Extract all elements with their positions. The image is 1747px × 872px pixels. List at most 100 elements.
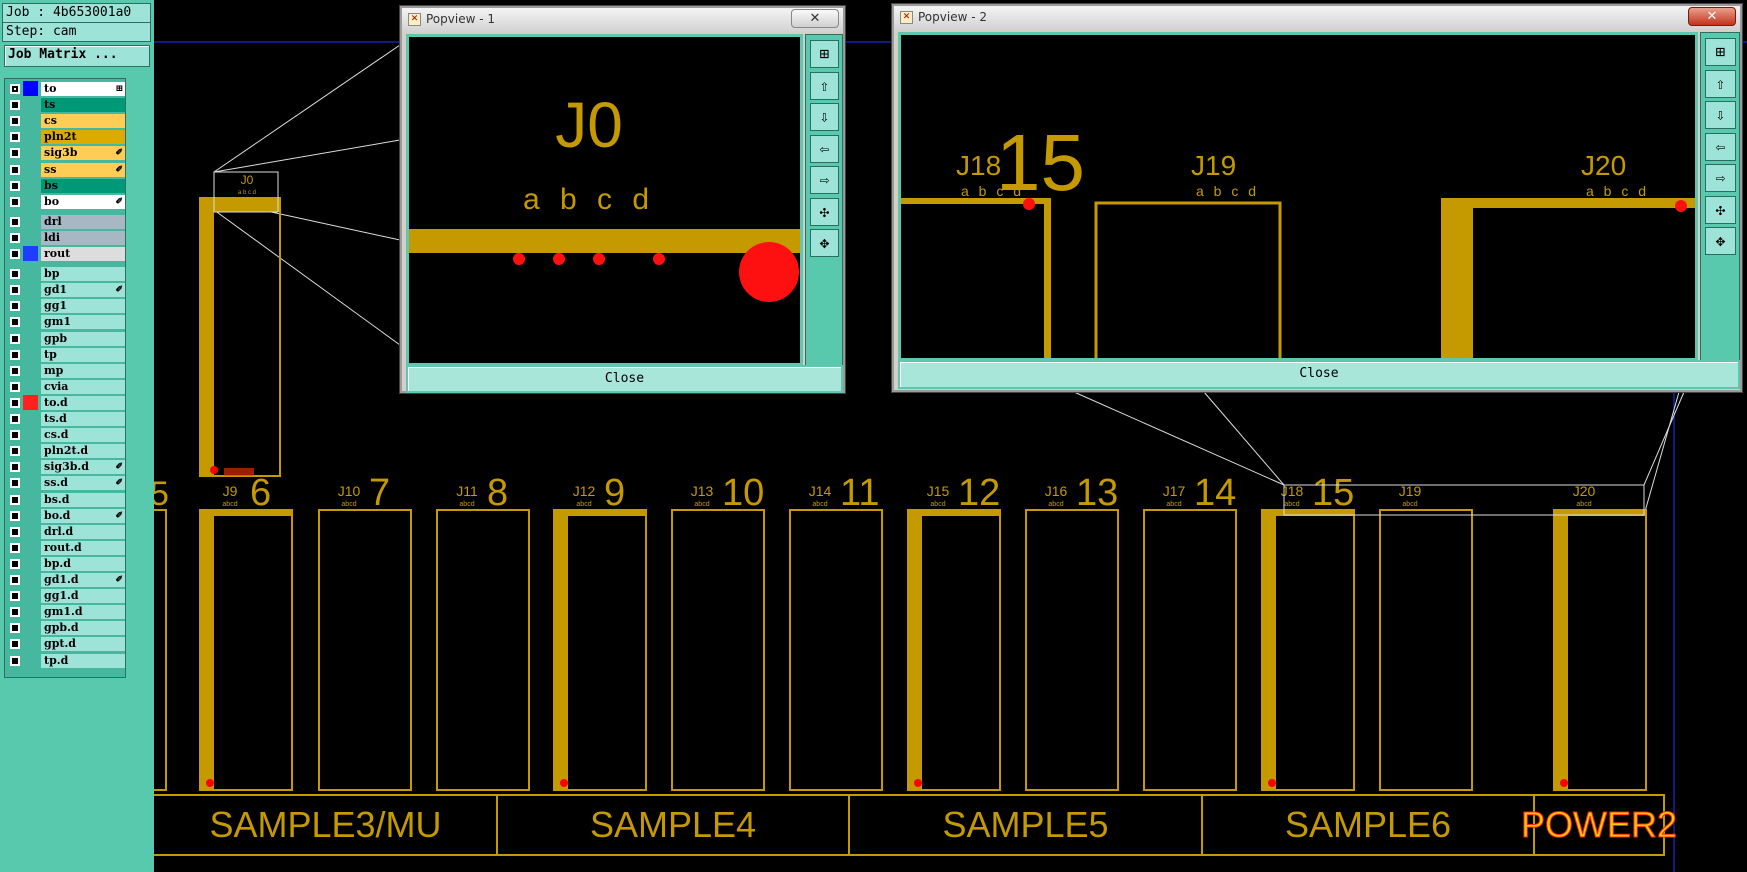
popview-2-close-button[interactable]: Close (898, 360, 1740, 389)
popview-1-titlebar[interactable]: ✕ Popview - 1 ✕ (402, 8, 843, 32)
pan-left-icon[interactable]: ⇦ (1705, 132, 1736, 161)
layer-row-bp[interactable]: bp (7, 266, 125, 282)
layer-checkbox[interactable] (10, 558, 20, 569)
layer-row-ss[interactable]: ss ✐ (7, 162, 125, 177)
layer-checkbox[interactable] (10, 216, 20, 227)
zoom-in-icon[interactable]: ⇧ (810, 71, 839, 100)
layer-row-gm1-d[interactable]: gm1.d (7, 604, 125, 620)
layer-row-gd1-d[interactable]: gd1.d ✐ (7, 572, 125, 587)
layer-row-to[interactable]: to ⊞ (7, 81, 125, 96)
layer-checkbox[interactable] (10, 301, 20, 312)
layer-row-rout-d[interactable]: rout.d (7, 540, 125, 555)
close-icon[interactable]: ✕ (791, 9, 839, 28)
layer-row-gd1[interactable]: gd1 ✐ (7, 282, 125, 298)
layer-checkbox[interactable] (10, 317, 20, 328)
layer-checkbox[interactable] (10, 164, 20, 175)
layer-checkbox[interactable] (10, 116, 20, 127)
layer-checkbox[interactable] (10, 478, 20, 489)
popview-1-close-button[interactable]: Close (406, 365, 843, 393)
pan-right-icon[interactable]: ⇨ (810, 166, 839, 194)
pan-left-icon[interactable]: ⇦ (810, 134, 839, 163)
layer-color-swatch (23, 540, 38, 555)
layer-row-pln2t-d[interactable]: pln2t.d (7, 443, 125, 459)
layer-row-bs[interactable]: bs (7, 178, 125, 193)
layer-row-drl[interactable]: drl (7, 214, 125, 229)
layer-checkbox[interactable] (10, 542, 20, 553)
layer-checkbox[interactable] (10, 269, 20, 280)
layer-row-gpb[interactable]: gpb (7, 331, 125, 346)
layer-checkbox[interactable] (10, 232, 20, 243)
layer-row-tp-d[interactable]: tp.d (7, 653, 125, 668)
popview-2-viewport[interactable]: 15 J18 a b c d J19 a b c d J20 a b c d (898, 32, 1698, 361)
layer-name-text: to.d (44, 395, 68, 409)
layer-checkbox[interactable] (10, 333, 20, 344)
zoom-home-icon[interactable]: ⊞ (810, 40, 839, 68)
layer-row-bo-d[interactable]: bo.d ✐ (7, 508, 125, 523)
layer-row-bs-d[interactable]: bs.d (7, 492, 125, 507)
layer-row-bp-d[interactable]: bp.d (7, 556, 125, 571)
layer-row-ts[interactable]: ts (7, 97, 125, 113)
layer-row-cs-d[interactable]: cs.d (7, 427, 125, 443)
layer-row-cvia[interactable]: cvia (7, 379, 125, 394)
layer-checkbox[interactable] (10, 196, 20, 207)
layer-checkbox[interactable] (10, 180, 20, 191)
fit-icon[interactable]: ✣ (1705, 195, 1736, 224)
layer-row-tp[interactable]: tp (7, 347, 125, 362)
layer-checkbox[interactable] (10, 639, 20, 650)
layer-row-pln2t[interactable]: pln2t (7, 129, 125, 145)
layer-row-rout[interactable]: rout (7, 246, 125, 261)
layer-checkbox[interactable] (10, 100, 20, 111)
layer-checkbox[interactable] (10, 397, 20, 408)
layer-checkbox[interactable] (10, 365, 20, 376)
layer-checkbox[interactable] (10, 430, 20, 441)
layer-name-text: drl.d (44, 524, 74, 538)
layer-checkbox[interactable] (10, 591, 20, 602)
layer-checkbox[interactable] (10, 285, 20, 296)
zoom-out-icon[interactable]: ⇩ (810, 103, 839, 131)
layer-checkbox[interactable] (10, 526, 20, 537)
layer-checkbox[interactable] (10, 381, 20, 392)
layer-checkbox[interactable] (10, 84, 20, 94)
zoom-home-icon[interactable]: ⊞ (1705, 38, 1736, 66)
zoom-out-icon[interactable]: ⇩ (1705, 101, 1736, 129)
layer-checkbox[interactable] (10, 607, 20, 618)
layer-row-gm1[interactable]: gm1 (7, 314, 125, 330)
layer-checkbox[interactable] (10, 148, 20, 159)
layer-row-ss-d[interactable]: ss.d ✐ (7, 475, 125, 491)
layer-checkbox[interactable] (10, 575, 20, 585)
layer-row-bo[interactable]: bo ✐ (7, 194, 125, 209)
layer-row-sig3b[interactable]: sig3b ✐ (7, 145, 125, 161)
layer-checkbox[interactable] (10, 414, 20, 424)
fit-icon[interactable]: ✣ (810, 197, 839, 226)
pan-right-icon[interactable]: ⇨ (1705, 164, 1736, 192)
layer-checkbox[interactable] (10, 446, 20, 457)
layer-row-gpt-d[interactable]: gpt.d (7, 636, 125, 652)
layer-row-ts-d[interactable]: ts.d (7, 411, 125, 426)
layer-row-to-d[interactable]: to.d (7, 394, 125, 410)
center-icon[interactable]: ✥ (810, 229, 839, 257)
layer-name: gpt.d (41, 637, 125, 652)
layer-checkbox[interactable] (10, 249, 20, 259)
layer-row-cs[interactable]: cs (7, 113, 125, 129)
popview-2-titlebar[interactable]: ✕ Popview - 2 ✕ (894, 6, 1740, 30)
layer-row-gg1-d[interactable]: gg1.d (7, 588, 125, 604)
job-matrix-button[interactable]: Job Matrix ... (4, 45, 150, 67)
graphic-canvas[interactable]: J0 a b c d 5 6 J9 abcd 7 J10 abcd 8 J11 abcd 9 J12 abc… (154, 0, 1747, 872)
layer-checkbox[interactable] (10, 655, 20, 666)
layer-row-drl-d[interactable]: drl.d (7, 524, 125, 539)
center-icon[interactable]: ✥ (1705, 227, 1736, 255)
layer-checkbox[interactable] (10, 462, 20, 473)
layer-checkbox[interactable] (10, 132, 20, 143)
layer-row-gg1[interactable]: gg1 (7, 298, 125, 314)
close-icon[interactable]: ✕ (1688, 7, 1736, 26)
layer-row-gpb-d[interactable]: gpb.d (7, 620, 125, 636)
layer-row-mp[interactable]: mp (7, 363, 125, 378)
layer-checkbox[interactable] (10, 494, 20, 505)
layer-row-sig3b-d[interactable]: sig3b.d ✐ (7, 459, 125, 475)
layer-checkbox[interactable] (10, 510, 20, 521)
layer-checkbox[interactable] (10, 623, 20, 634)
layer-checkbox[interactable] (10, 349, 20, 360)
zoom-in-icon[interactable]: ⇧ (1705, 69, 1736, 98)
popview-1-viewport[interactable]: J0 a b c d (406, 34, 803, 366)
layer-row-ldi[interactable]: ldi (7, 230, 125, 245)
